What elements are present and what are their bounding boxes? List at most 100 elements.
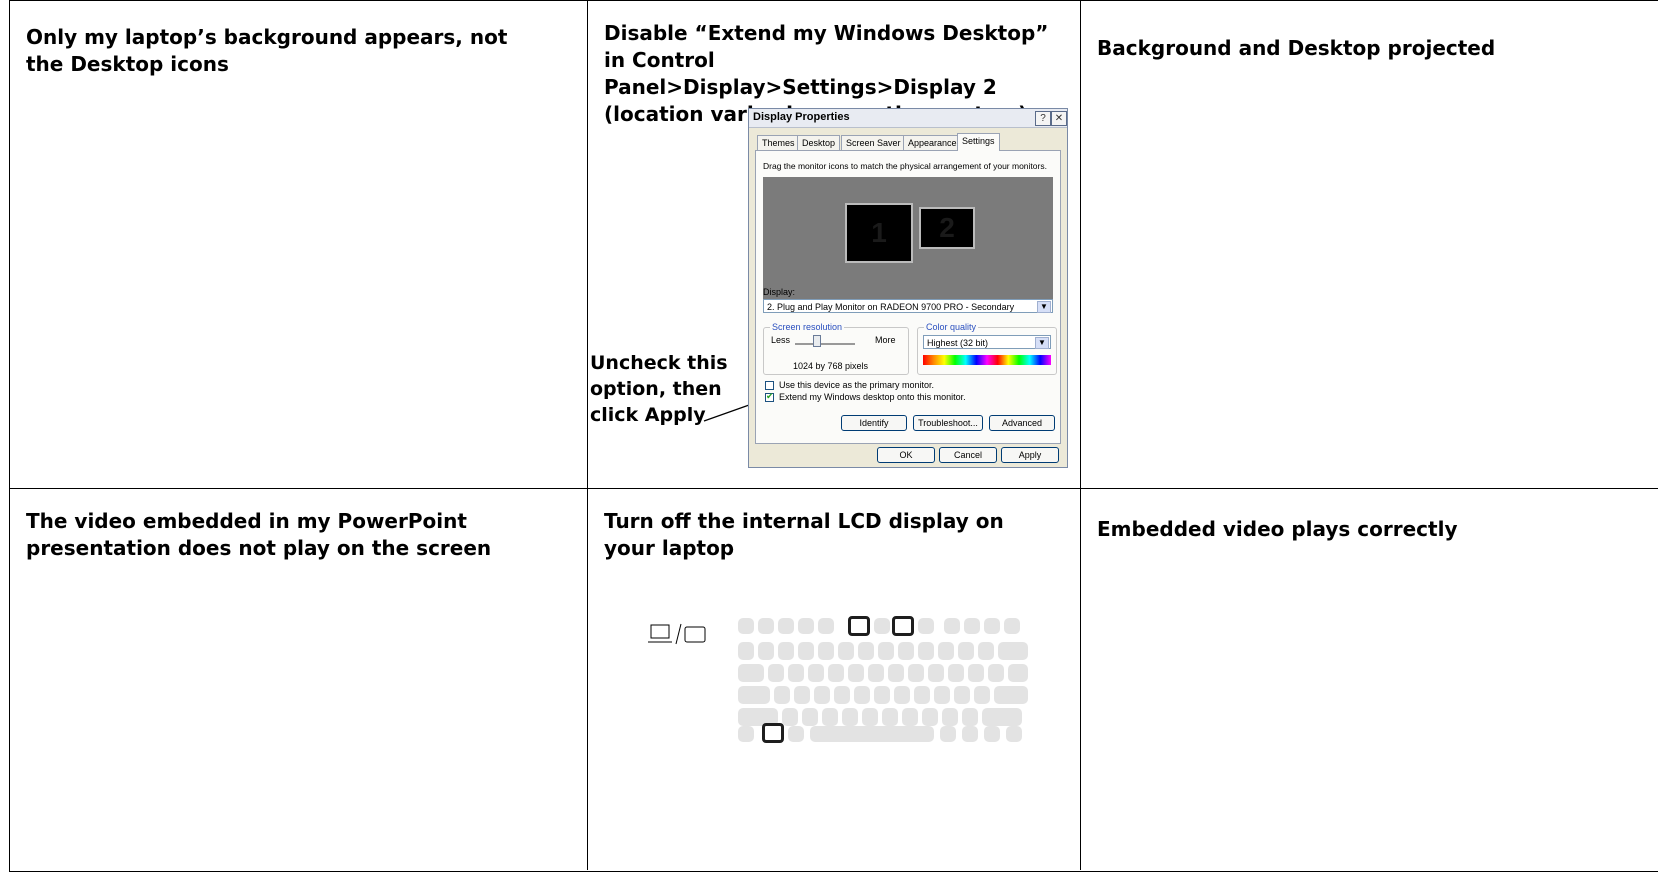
keyboard-key [882,708,898,726]
color-quality-value: Highest (32 bit) [927,338,989,348]
keyboard-key [822,708,838,726]
cancel-button[interactable]: Cancel [939,447,997,463]
keyboard-key [794,686,810,704]
dialog-title-bar: Display Properties ? ✕ [749,109,1067,128]
laptop-monitor-toggle-icon [648,622,718,648]
tab-settings[interactable]: Settings [957,133,1000,151]
tab-themes[interactable]: Themes [757,135,800,150]
extend-desktop-label: Extend my Windows desktop onto this moni… [779,392,966,402]
result-text: Background and Desktop projected [1097,36,1496,60]
instruction-text: Drag the monitor icons to match the phys… [763,161,1047,171]
keyboard-key [838,642,854,660]
keyboard-key [962,726,978,742]
keyboard-key [814,686,830,704]
fn-key-highlight [848,616,870,636]
keyboard-key [778,618,794,634]
keyboard-key [968,664,984,682]
keyboard-key [848,664,864,682]
keyboard-key [802,708,818,726]
keyboard-key [938,642,954,660]
monitor-2-number: 2 [939,212,955,243]
display-properties-dialog: Display Properties ? ✕ Themes Desktop Sc… [748,108,1068,468]
monitor-1-icon[interactable]: 1 [845,203,913,263]
screen-resolution-label: Screen resolution [770,322,845,332]
chevron-down-icon: ▼ [1037,301,1051,313]
lcd-toggle-key-highlight [892,616,914,636]
keyboard-key [898,642,914,660]
close-icon[interactable]: ✕ [1051,111,1067,126]
keyboard-key [818,642,834,660]
keyboard-key [942,708,958,726]
keyboard-key [1008,664,1028,682]
keyboard-key [974,686,990,704]
keyboard-key [854,686,870,704]
tab-desktop[interactable]: Desktop [797,135,841,150]
keyboard-key [798,618,814,634]
apply-button[interactable]: Apply [1001,447,1059,463]
less-label: Less [771,335,791,345]
primary-monitor-checkbox[interactable] [765,381,774,390]
keyboard-key [818,618,834,634]
keyboard-key [858,642,874,660]
extend-desktop-checkbox[interactable]: ✔ [765,391,774,402]
keyboard-key [842,708,858,726]
primary-monitor-label: Use this device as the primary monitor. [779,380,935,390]
keyboard-key [984,726,1000,742]
keyboard-key [982,708,1022,726]
resolution-slider-track[interactable] [795,343,855,345]
keyboard-key [958,642,974,660]
keyboard-key [1006,726,1022,742]
keyboard-key [738,664,764,682]
keyboard-key [962,708,978,726]
keyboard-key [788,664,804,682]
keyboard-key [862,708,878,726]
keyboard-key [868,664,884,682]
keyboard-key [874,686,890,704]
resolution-slider-thumb[interactable] [813,335,821,347]
identify-button[interactable]: Identify [841,415,907,431]
keyboard-key [984,618,1000,634]
keyboard-key [940,726,956,742]
column-divider [587,0,588,870]
monitor-2-icon[interactable]: 2 [919,207,975,249]
keyboard-key [948,664,964,682]
laptop-monitor-toggle-glyph [648,623,706,645]
column-divider [1080,0,1081,870]
keyboard-key [828,664,844,682]
color-quality-select[interactable]: Highest (32 bit) ▼ [923,335,1051,349]
keyboard-key [988,664,1004,682]
display-label: Display: [763,287,796,297]
fn-key-highlight [762,723,784,743]
display-select-value: 2. Plug and Play Monitor on RADEON 9700 … [767,302,1015,312]
keyboard-key [788,726,804,742]
keyboard-key [738,642,754,660]
display-select[interactable]: 2. Plug and Play Monitor on RADEON 9700 … [763,299,1053,313]
tab-appearance[interactable]: Appearance [903,135,962,150]
advanced-button[interactable]: Advanced [989,415,1055,431]
help-icon[interactable]: ? [1035,111,1051,126]
keyboard-key [798,642,814,660]
troubleshoot-button[interactable]: Troubleshoot... [913,415,983,431]
keyboard-key [944,618,960,634]
keyboard-key [928,664,944,682]
keyboard-key [778,642,794,660]
keyboard-key [738,686,770,704]
problem-text: Only my laptop’s background appears, not… [26,25,508,76]
more-label: More [875,335,896,345]
keyboard-key [902,708,918,726]
keyboard-key [918,618,934,634]
chevron-down-icon: ▼ [1035,337,1049,349]
keyboard-key [878,642,894,660]
keyboard-key [758,618,774,634]
keyboard-key [994,686,1028,704]
tab-screen-saver[interactable]: Screen Saver [841,135,906,150]
ok-button[interactable]: OK [877,447,935,463]
keyboard-key [738,618,754,634]
keyboard-key [934,686,950,704]
checkmark-icon: ✔ [766,391,774,401]
keyboard-illustration [738,614,1028,744]
keyboard-key [782,708,798,726]
keyboard-key [964,618,980,634]
solution-text: Turn off the internal LCD display on you… [604,509,1004,560]
monitor-1-number: 1 [871,217,887,248]
